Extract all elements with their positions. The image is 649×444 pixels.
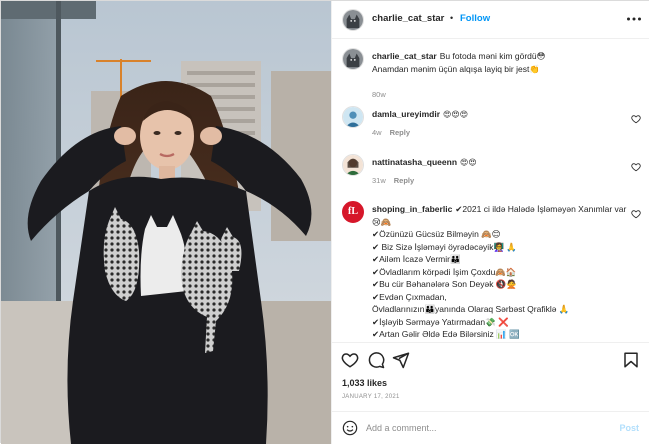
comment-item: nattinatasha_queenn 😍😍 31w Reply [332, 154, 649, 194]
comment-item: fL shoping_in_faberlic ✔2021 ci ildə Halə… [332, 201, 649, 342]
commenter-avatar[interactable] [342, 154, 364, 176]
caption: charlie_cat_star Bu fotoda məni kim gördü… [332, 48, 649, 99]
author-avatar[interactable] [342, 9, 364, 31]
heart-icon[interactable] [341, 351, 359, 369]
comment-line: ✔İşləyib Sərmayə Yatırmadan💸 ❌ [372, 316, 509, 327]
like-comment-heart-icon[interactable] [631, 209, 641, 219]
post-window: charlie_cat_star • Follow charlie_cat_st… [0, 0, 649, 444]
add-comment-bar: Post [332, 411, 649, 444]
comment-line: Övladlarınızın👪yanında Olaraq Sərbəst Qr… [372, 304, 570, 314]
comment-meta: 31w Reply [372, 176, 414, 185]
caption-username[interactable]: charlie_cat_star [372, 51, 437, 61]
comments-list[interactable]: charlie_cat_star Bu fotoda məni kim gördü… [332, 40, 649, 342]
emoji-icon[interactable] [342, 420, 358, 436]
follow-button[interactable]: Follow [460, 13, 490, 24]
comment-text: shoping_in_faberlic ✔2021 ci ildə Halədə … [372, 203, 627, 341]
comment-body: 😍😍😍 [443, 110, 469, 119]
comment-time: 4w [372, 128, 382, 137]
caption-avatar[interactable] [342, 48, 364, 70]
post-header: charlie_cat_star • Follow [332, 1, 649, 39]
caption-line-1: Bu fotoda məni kim gördü😳 [439, 51, 546, 61]
like-comment-heart-icon[interactable] [631, 114, 641, 124]
likes-count[interactable]: 1,033 likes [342, 378, 387, 388]
comment-body: 😍😍 [460, 158, 477, 167]
post-date: JANUARY 17, 2021 [342, 394, 400, 400]
comment-line: ✔Evdən Çıxmadan, [372, 291, 447, 302]
action-bar [332, 342, 649, 376]
post-photo[interactable] [1, 1, 331, 444]
comment-item: damla_ureyimdir 😍😍😍 4w Reply [332, 106, 649, 146]
comment-line: ✔Artan Gəlir Əldə Edə Bilərsiniz 📊 🆗 [372, 329, 520, 339]
caption-time: 80w [372, 90, 386, 99]
photo-illustration [1, 1, 331, 444]
comment-line: ✔Özünüzü Gücsüz Bilməyin 🙈😊 [372, 229, 501, 239]
comment-line: ✔Ailəm İcazə Vermir👪 [372, 254, 461, 264]
commenter-avatar[interactable]: fL [342, 201, 364, 223]
post-sidebar: charlie_cat_star • Follow charlie_cat_st… [331, 1, 649, 444]
like-comment-heart-icon[interactable] [631, 162, 641, 172]
caption-text: charlie_cat_star Bu fotoda məni kim gördü… [372, 50, 622, 75]
comment-username[interactable]: damla_ureyimdir [372, 109, 440, 119]
separator-dot: • [450, 13, 454, 23]
bookmark-icon[interactable] [622, 351, 640, 369]
comment-username[interactable]: shoping_in_faberlic [372, 204, 452, 214]
comment-line: ✔Bu cür Bəhanələrə Son Deyək 🚯🙅 [372, 279, 517, 289]
comment-text: nattinatasha_queenn 😍😍 [372, 156, 622, 170]
post-comment-button[interactable]: Post [619, 423, 639, 433]
share-icon[interactable] [392, 351, 410, 369]
author-username[interactable]: charlie_cat_star [372, 13, 444, 24]
comment-text: damla_ureyimdir 😍😍😍 [372, 108, 622, 122]
comment-line: ✔Övladlarım körpədi İşim Çoxdu🙈🏠 [372, 266, 517, 277]
reply-button[interactable]: Reply [390, 128, 410, 137]
comment-line: ✔ Biz Sizə İşləməyi öyrədəcəyik👩‍🏫 🙏 [372, 241, 517, 252]
more-options-icon[interactable] [625, 10, 643, 28]
caption-line-2: Anamdan mənim üçün alqışa layiq bir jest… [372, 63, 540, 74]
commenter-avatar-logo: fL [348, 206, 358, 217]
commenter-avatar[interactable] [342, 106, 364, 128]
comment-meta: 4w Reply [372, 128, 410, 137]
add-comment-input[interactable] [366, 420, 606, 436]
comment-time: 31w [372, 176, 386, 185]
reply-button[interactable]: Reply [394, 176, 414, 185]
comment-icon[interactable] [367, 351, 385, 369]
comment-username[interactable]: nattinatasha_queenn [372, 157, 457, 167]
